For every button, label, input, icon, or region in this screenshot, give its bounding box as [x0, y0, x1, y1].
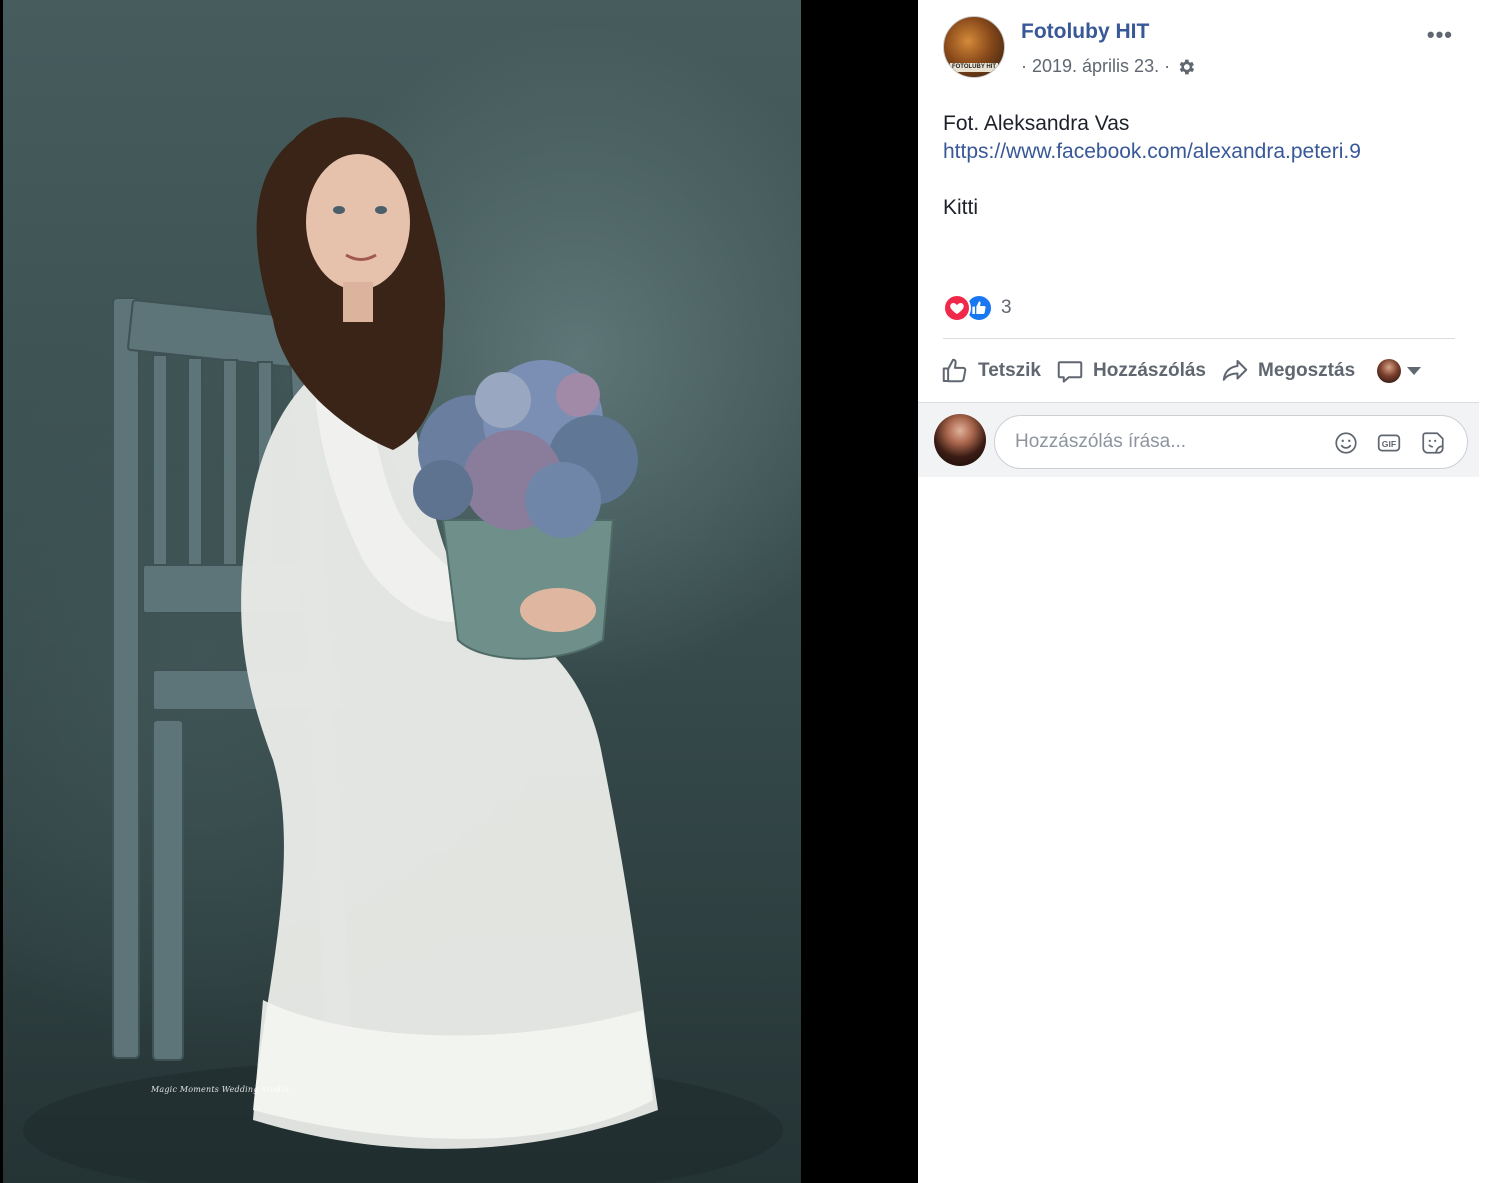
comment-icon — [1057, 361, 1083, 383]
post-text: Fot. Aleksandra Vas https://www.facebook… — [943, 110, 1361, 222]
user-avatar[interactable] — [934, 414, 986, 466]
page-avatar-label: FOTOLUBY HIT — [950, 63, 998, 72]
post-as-selector[interactable] — [1377, 359, 1422, 383]
portrait-illustration — [23, 117, 783, 1183]
reaction-count: 3 — [1001, 297, 1012, 318]
comment-button[interactable]: Hozzászólás — [1055, 356, 1206, 386]
comment-box[interactable]: GIF — [994, 415, 1468, 469]
action-bar: Tetszik Hozzászólás Megosztás — [940, 352, 1460, 390]
comment-composer: GIF — [918, 402, 1479, 477]
divider — [943, 338, 1455, 339]
post-caption-line1: Fot. Aleksandra Vas — [943, 112, 1130, 135]
gear-icon[interactable] — [1176, 57, 1196, 77]
like-label: Tetszik — [978, 360, 1042, 381]
svg-text:GIF: GIF — [1382, 439, 1396, 449]
emoji-icon[interactable] — [1333, 430, 1359, 456]
thumbs-up-icon — [942, 358, 967, 383]
post-date[interactable]: · 2019. április 23. · — [1021, 56, 1170, 77]
gif-icon[interactable]: GIF — [1376, 430, 1402, 456]
page-avatar[interactable]: FOTOLUBY HIT — [943, 16, 1005, 78]
love-icon — [943, 294, 971, 322]
sticker-icon[interactable] — [1420, 430, 1446, 456]
flowers — [413, 360, 638, 538]
post-link[interactable]: https://www.facebook.com/alexandra.peter… — [943, 138, 1361, 166]
share-icon — [1222, 360, 1248, 381]
photo-watermark: Magic Moments Wedding Studio — [151, 1085, 289, 1094]
post-caption-line2: Kitti — [943, 196, 979, 219]
like-button[interactable]: Tetszik — [940, 356, 1041, 386]
post-panel: FOTOLUBY HIT Fotoluby HIT · 2019. áprili… — [918, 0, 1479, 1183]
more-options-button[interactable]: ••• — [1427, 22, 1453, 48]
share-button[interactable]: Megosztás — [1220, 356, 1355, 386]
avatar — [1377, 359, 1402, 383]
post-meta: · 2019. április 23. · — [1021, 56, 1196, 77]
chevron-down-icon — [1407, 367, 1422, 375]
post-photo[interactable]: Magic Moments Wedding Studio — [3, 0, 801, 1183]
reactions-summary[interactable]: 3 — [943, 294, 1012, 322]
photo-viewer: Magic Moments Wedding Studio — [0, 0, 918, 1183]
comment-input[interactable] — [1015, 416, 1315, 468]
page-name-link[interactable]: Fotoluby HIT — [1021, 20, 1149, 44]
comment-label: Hozzászólás — [1093, 360, 1206, 381]
share-label: Megosztás — [1258, 360, 1356, 381]
